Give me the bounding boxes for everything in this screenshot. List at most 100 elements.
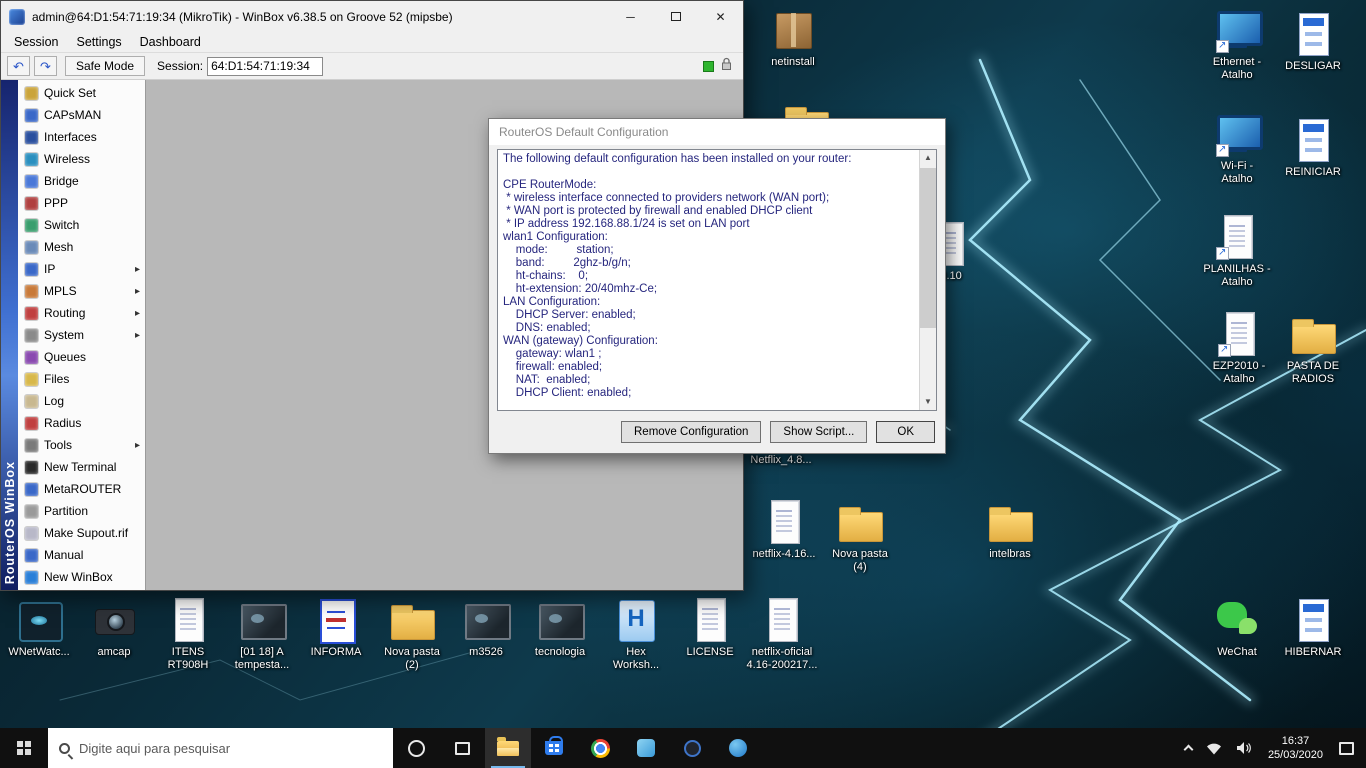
wnetwatcher-icon [15,596,63,644]
sidebar-item-ppp[interactable]: PPP [18,192,145,214]
search-input[interactable] [79,741,382,756]
sidebar-item-ip[interactable]: IP▸ [18,258,145,280]
desktop-icon-netinstall[interactable]: netinstall [757,6,829,69]
sidebar-item-mesh[interactable]: Mesh [18,236,145,258]
browser-icon [684,740,701,757]
desktop-icon-nova-pasta-2[interactable]: Nova pasta (2) [376,596,448,672]
desktop-icon-informa[interactable]: INFORMA [300,596,372,659]
taskbar-task-view-button[interactable] [439,728,485,768]
sidebar-item-partition[interactable]: Partition [18,500,145,522]
desktop-icon-itens-rt908h[interactable]: ITENS RT908H [152,596,224,672]
desktop-icon-reiniciar[interactable]: REINICIAR [1277,116,1349,179]
scrollbar-track[interactable] [920,166,936,394]
start-button[interactable] [0,728,48,768]
desktop-icon-intelbras[interactable]: intelbras [974,498,1046,561]
sidebar-item-log[interactable]: Log [18,390,145,412]
session-input[interactable] [207,57,323,76]
wechat-icon [1213,596,1261,644]
sidebar-item-tools[interactable]: Tools▸ [18,434,145,456]
shortcut-arrow-icon [1218,344,1231,357]
desktop-icon-label: PLANILHAS - Atalho [1201,263,1273,289]
dialog-scrollbar[interactable]: ▲ ▼ [919,150,936,410]
action-center-button[interactable] [1332,728,1361,768]
sidebar-item-switch[interactable]: Switch [18,214,145,236]
sidebar-item-bridge[interactable]: Bridge [18,170,145,192]
sidebar-item-queues[interactable]: Queues [18,346,145,368]
desktop-icon-tempestade[interactable]: [01 18] A tempesta... [226,596,298,672]
desktop-icon-ethernet-atalho[interactable]: Ethernet - Atalho [1201,6,1273,82]
scroll-up-button[interactable]: ▲ [920,150,936,166]
taskbar-cortana-button[interactable] [393,728,439,768]
menu-settings[interactable]: Settings [67,33,130,51]
sidebar-item-files[interactable]: Files [18,368,145,390]
ethernet-atalho-icon [1213,6,1261,54]
sidebar-item-capsman[interactable]: CAPsMAN [18,104,145,126]
maximize-button[interactable] [653,1,698,32]
desktop-icon-planilhas-atalho[interactable]: PLANILHAS - Atalho [1201,213,1273,289]
sidebar-item-new-winbox[interactable]: New WinBox [18,566,145,588]
sidebar-item-label: Radius [44,416,140,430]
submenu-arrow-icon: ▸ [135,308,140,319]
sidebar-item-label: CAPsMAN [44,108,140,122]
network-button[interactable] [1199,728,1229,768]
sidebar-item-system[interactable]: System▸ [18,324,145,346]
desktop-icon-hex-workshop[interactable]: Hex Worksh... [600,596,672,672]
menu-dashboard[interactable]: Dashboard [131,33,210,51]
make-supout-icon [25,527,38,540]
show-script-button[interactable]: Show Script... [770,421,867,443]
desktop-icon-nova-pasta-4[interactable]: Nova pasta (4) [824,498,896,574]
taskbar-search[interactable] [48,728,393,768]
taskbar-browser-button[interactable] [669,728,715,768]
taskbar-clock[interactable]: 16:37 25/03/2020 [1259,734,1332,762]
sidebar-item-new-terminal[interactable]: New Terminal [18,456,145,478]
desktop-icon-wifi-atalho[interactable]: Wi-Fi - Atalho [1201,110,1273,186]
sidebar-item-mpls[interactable]: MPLS▸ [18,280,145,302]
desktop-icon-amcap[interactable]: amcap [78,596,150,659]
tray-chevron-button[interactable] [1178,728,1199,768]
desktop-icon-tecnologia[interactable]: tecnologia [524,596,596,659]
desktop-icon-wnetwatcher[interactable]: WNetWatc... [3,596,75,659]
close-button[interactable]: ✕ [698,1,743,32]
sidebar-item-metarouter[interactable]: MetaROUTER [18,478,145,500]
minimize-button[interactable]: ─ [608,1,653,32]
taskbar-photos-button[interactable] [623,728,669,768]
ok-button[interactable]: OK [876,421,935,443]
sidebar-item-quick-set[interactable]: Quick Set [18,82,145,104]
desktop-icon-wechat[interactable]: WeChat [1201,596,1273,659]
sidebar-item-routing[interactable]: Routing▸ [18,302,145,324]
winbox-menubar: Session Settings Dashboard [1,32,743,53]
sidebar-item-wireless[interactable]: Wireless [18,148,145,170]
taskbar-chrome-button[interactable] [577,728,623,768]
redo-button[interactable]: ↷ [34,56,57,76]
desktop-icon-hibernar[interactable]: HIBERNAR [1277,596,1349,659]
netinstall-icon [769,6,817,54]
remove-configuration-button[interactable]: Remove Configuration [621,421,761,443]
menu-session[interactable]: Session [5,33,67,51]
taskbar-store-button[interactable] [531,728,577,768]
taskbar-skype-button[interactable] [715,728,761,768]
cortana-icon [408,740,425,757]
desktop-icon-pasta-de-radios[interactable]: PASTA DE RADIOS [1277,310,1349,386]
sidebar-item-manual[interactable]: Manual [18,544,145,566]
desktop-icon-netflix-oficial[interactable]: netflix-oficial 4.16-200217... [746,596,818,672]
safe-mode-button[interactable]: Safe Mode [65,56,145,76]
volume-button[interactable] [1229,728,1259,768]
scroll-down-button[interactable]: ▼ [920,394,936,410]
scrollbar-thumb[interactable] [920,168,936,328]
shortcut-arrow-icon [1216,247,1229,260]
sidebar-item-radius[interactable]: Radius [18,412,145,434]
desktop-icon-license[interactable]: LICENSE [674,596,746,659]
desktop-icon-label: HIBERNAR [1277,646,1349,659]
nova-pasta-2-icon [388,596,436,644]
taskbar-file-explorer-button[interactable] [485,728,531,768]
undo-button[interactable]: ↶ [7,56,30,76]
maximize-icon [671,12,681,21]
desktop-icon-netflix-4-16[interactable]: netflix-4.16... [748,498,820,561]
sidebar-item-interfaces[interactable]: Interfaces [18,126,145,148]
desktop-icon-m3526[interactable]: m3526 [450,596,522,659]
brand-vertical-text: RouterOS WinBox [3,461,17,584]
desktop-icon-deslig[interactable]: DESLIGAR [1277,10,1349,73]
sidebar-item-make-supout[interactable]: Make Supout.rif [18,522,145,544]
winbox-titlebar[interactable]: admin@64:D1:54:71:19:34 (MikroTik) - Win… [1,1,743,32]
desktop-icon-ezp2010-atalho[interactable]: EZP2010 - Atalho [1203,310,1275,386]
